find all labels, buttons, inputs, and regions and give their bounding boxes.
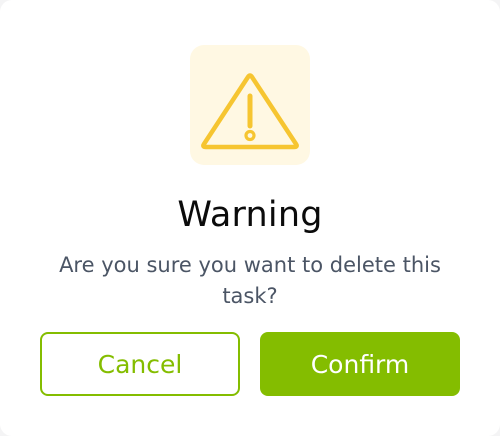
confirm-button[interactable]: Confirm (260, 332, 460, 396)
warning-triangle-icon (190, 45, 310, 165)
dialog-title: Warning (177, 195, 323, 235)
confirm-button-label: Confirm (310, 349, 410, 379)
cancel-button-label: Cancel (97, 349, 183, 379)
dialog-message: Are you sure you want to delete this tas… (59, 253, 441, 308)
cancel-button[interactable]: Cancel (40, 332, 240, 396)
confirmation-dialog: Warning Are you sure you want to delete … (0, 0, 500, 436)
warning-icon-container (190, 45, 310, 165)
